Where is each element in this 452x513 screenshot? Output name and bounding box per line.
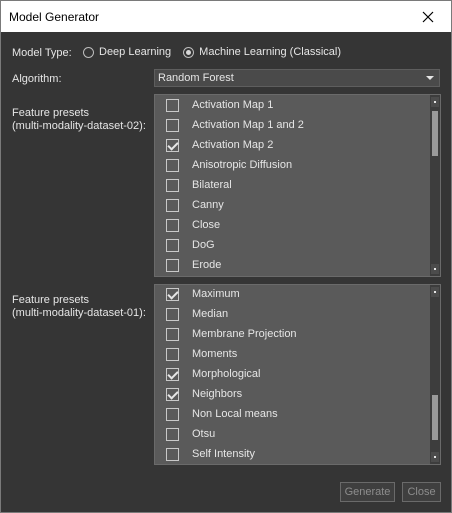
list-item[interactable]: Membrane Projection [155,324,430,344]
list-item-label: Close [192,219,221,231]
list-item-label: Activation Map 2 [192,139,274,151]
list-item-label: DoG [192,239,215,251]
list-item[interactable]: Median [155,304,430,324]
model-type-label: Model Type: [12,47,72,59]
scroll-down-icon[interactable] [431,264,439,274]
list-item[interactable]: Anisotropic Diffusion [155,155,430,175]
list-item[interactable]: Activation Map 1 [155,95,430,115]
list-item[interactable]: Activation Map 1 and 2 [155,115,430,135]
list-item[interactable]: Non Local means [155,404,430,424]
checkbox[interactable] [166,387,179,401]
algorithm-selected-value: Random Forest [158,72,234,84]
scroll-up-icon[interactable] [431,287,439,297]
close-icon[interactable] [405,1,451,32]
list-item[interactable]: Maximum [155,285,430,304]
checkbox[interactable] [166,158,179,172]
scroll-thumb[interactable] [432,395,438,440]
list-item-label: Neighbors [192,388,243,400]
presets-01-items: Maximum Median Membrane Projection Moments M… [155,285,430,464]
chevron-down-icon [426,76,434,80]
checkbox[interactable] [166,238,179,252]
algorithm-label: Algorithm: [12,73,62,85]
list-item-label: Otsu [192,428,216,440]
scroll-thumb[interactable] [432,111,438,156]
list-item-label: Activation Map 1 and 2 [192,119,304,131]
list-item-label: Bilateral [192,179,232,191]
list-item[interactable]: Moments [155,344,430,364]
list-item-label: Non Local means [192,408,278,420]
title-bar: Model Generator [1,1,451,32]
checkbox[interactable] [166,327,179,341]
algorithm-dropdown[interactable]: Random Forest [154,69,440,87]
checkbox[interactable] [166,198,179,212]
radio-deep-learning-indicator[interactable] [83,46,94,58]
checkbox[interactable] [166,367,179,381]
presets-02-items: Activation Map 1 Activation Map 1 and 2 Ac… [155,95,430,275]
presets-01-list[interactable]: Maximum Median Membrane Projection Moments M… [154,284,441,465]
presets-01-scrollbar[interactable] [430,285,440,464]
presets-01-label-line2: (multi-modality-dataset-01): [12,307,146,319]
checkbox[interactable] [166,138,179,152]
list-item-label: Maximum [192,288,240,300]
window-title: Model Generator [9,10,100,24]
model-generator-window: Model Generator Model Type: Deep Learnin… [0,0,452,513]
list-item-label: Moments [192,348,238,360]
checkbox[interactable] [166,98,179,112]
model-type-radio-group: Deep Learning Machine Learning (Classica… [83,46,353,58]
radio-deep-learning-label: Deep Learning [99,46,172,58]
list-item[interactable]: DoG [155,235,430,255]
radio-deep-learning[interactable]: Deep Learning [83,46,171,58]
list-item-label: Activation Map 1 [192,99,274,111]
presets-02-scrollbar[interactable] [430,95,440,276]
scroll-down-icon[interactable] [431,452,439,462]
list-item[interactable]: Morphological [155,364,430,384]
checkbox[interactable] [166,447,179,461]
radio-machine-learning-label: Machine Learning (Classical) [199,46,342,58]
dialog-body: Model Type: Deep Learning Machine Learni… [1,32,451,512]
checkbox[interactable] [166,427,179,441]
list-item-label: Erode [192,259,222,271]
list-item[interactable]: Activation Map 2 [155,135,430,155]
list-item[interactable]: Self Intensity [155,444,430,464]
list-item[interactable]: Close [155,215,430,235]
presets-02-label-line2: (multi-modality-dataset-02): [12,120,146,132]
close-button[interactable]: Close [402,482,441,502]
list-item-label: Anisotropic Diffusion [192,159,293,171]
presets-02-list[interactable]: Activation Map 1 Activation Map 1 and 2 Ac… [154,94,441,277]
checkbox[interactable] [166,407,179,421]
list-item[interactable]: Otsu [155,424,430,444]
scroll-up-icon[interactable] [431,97,439,107]
presets-01-label-line1: Feature presets [12,294,90,306]
checkbox[interactable] [166,347,179,361]
list-item-label: Self Intensity [192,448,255,460]
generate-button[interactable]: Generate [340,482,395,502]
list-item[interactable]: Neighbors [155,384,430,404]
list-item-label: Morphological [192,368,261,380]
checkbox[interactable] [166,307,179,321]
list-item-label: Membrane Projection [192,328,297,340]
presets-02-label-line1: Feature presets [12,107,90,119]
checkbox[interactable] [166,178,179,192]
list-item-label: Median [192,308,229,320]
checkbox[interactable] [166,218,179,232]
checkbox[interactable] [166,287,179,301]
checkbox[interactable] [166,118,179,132]
list-item[interactable]: Erode [155,255,430,275]
radio-machine-learning[interactable]: Machine Learning (Classical) [183,46,341,58]
list-item[interactable]: Bilateral [155,175,430,195]
checkbox[interactable] [166,258,179,272]
radio-machine-learning-indicator[interactable] [183,46,195,58]
list-item-label: Canny [192,199,224,211]
list-item[interactable]: Canny [155,195,430,215]
